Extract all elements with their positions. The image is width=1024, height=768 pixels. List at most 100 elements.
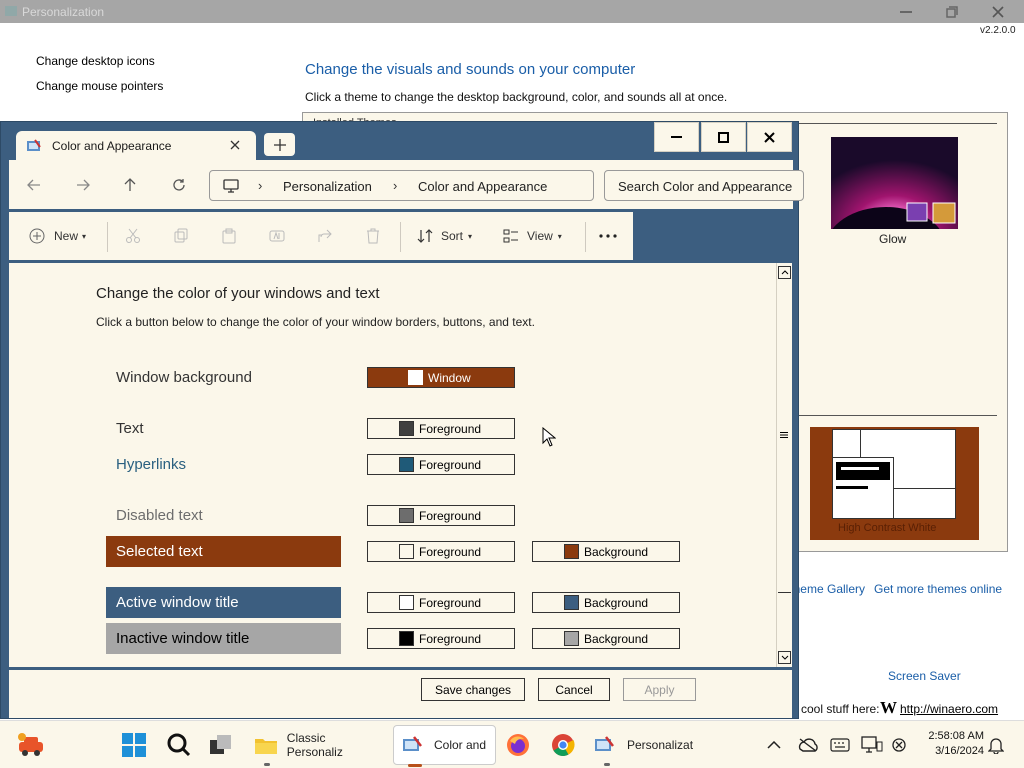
chrome-icon[interactable] (551, 727, 575, 763)
search-placeholder: Search Color and Appearance (618, 179, 793, 194)
folder-icon (255, 739, 277, 754)
rename-icon[interactable] (269, 225, 285, 247)
scroll-down-button[interactable] (778, 651, 791, 664)
hyperlinks-foreground-button[interactable]: Foreground (367, 454, 515, 475)
task-view-icon[interactable] (209, 727, 233, 763)
apply-button[interactable]: Apply (623, 678, 696, 701)
cancel-button[interactable]: Cancel (538, 678, 610, 701)
glow-theme-label: Glow (879, 232, 907, 246)
window-minimize-button[interactable] (654, 122, 699, 152)
window-close-button[interactable] (747, 122, 792, 152)
monitor-icon (223, 179, 239, 193)
back-arrow-icon[interactable] (23, 174, 45, 196)
view-button[interactable]: View ▾ (503, 225, 562, 247)
chevron-right-icon: › (393, 178, 398, 193)
keyboard-icon[interactable] (830, 727, 850, 763)
tab-close-icon[interactable] (230, 140, 240, 150)
taskbar-personalization[interactable]: Personalizat (594, 727, 704, 766)
tab-bar: Color and Appearance (1, 122, 798, 160)
firefox-icon[interactable] (506, 727, 530, 763)
control-panel-icon (4, 4, 18, 18)
scroll-up-button[interactable] (778, 266, 791, 279)
breadcrumb-color-appearance[interactable]: Color and Appearance (418, 179, 547, 194)
personalization-heading: Change the visuals and sounds on your co… (305, 61, 636, 78)
copy-icon[interactable] (173, 225, 189, 247)
personalization-subheading: Click a theme to change the desktop back… (305, 90, 728, 104)
display-icon[interactable] (861, 727, 883, 763)
tab-color-and-appearance[interactable]: Color and Appearance (16, 131, 256, 160)
forward-arrow-icon[interactable] (72, 174, 94, 196)
address-bar[interactable]: › Personalization › Color and Appearance (209, 170, 594, 201)
inactive-window-title-sample: Inactive window title (106, 623, 341, 654)
navigation-bar: › Personalization › Color and Appearance… (9, 160, 804, 209)
theme-gallery-link[interactable]: Theme Gallery (797, 582, 865, 596)
text-foreground-button[interactable]: Foreground (367, 418, 515, 439)
refresh-icon[interactable] (168, 174, 190, 196)
clock-status-icon[interactable] (891, 727, 907, 763)
chevron-right-icon: › (258, 178, 263, 193)
personalization-titlebar: Personalization (0, 0, 1024, 23)
content-title: Change the color of your windows and tex… (96, 285, 380, 302)
breadcrumb-personalization[interactable]: Personalization (283, 179, 372, 194)
windows-start-icon[interactable] (122, 727, 146, 763)
inactive-title-foreground-button[interactable]: Foreground (367, 628, 515, 649)
more-icon[interactable] (599, 225, 617, 247)
chevron-down-icon: ▾ (82, 231, 87, 241)
control-panel-icon (403, 736, 422, 751)
selected-text-sample: Selected text (106, 536, 341, 567)
window-background-button[interactable]: Window (367, 367, 515, 388)
delete-icon[interactable] (365, 225, 381, 247)
active-title-background-button[interactable]: Background (532, 592, 680, 613)
hyperlinks-label: Hyperlinks (116, 456, 187, 473)
share-icon[interactable] (317, 225, 333, 247)
plus-icon (29, 228, 45, 244)
minimize-button[interactable] (886, 2, 926, 21)
close-button[interactable] (978, 2, 1018, 21)
cool-stuff-label: cool stuff here: (801, 702, 880, 716)
network-icon[interactable] (798, 727, 818, 763)
screen-saver-link[interactable]: Screen Saver (888, 669, 961, 683)
vertical-scrollbar[interactable] (776, 263, 792, 667)
new-tab-button[interactable] (264, 133, 295, 156)
window-maximize-button[interactable] (701, 122, 746, 152)
sort-button[interactable]: Sort ▾ (417, 225, 472, 247)
system-clock[interactable]: 2:58:08 AM 3/16/2024 (918, 729, 984, 759)
restore-button[interactable] (932, 2, 972, 21)
change-mouse-pointers-link[interactable]: Change mouse pointers (36, 79, 163, 93)
text-label: Text (116, 420, 144, 437)
cut-icon[interactable] (125, 225, 141, 247)
plus-icon (273, 138, 286, 151)
get-more-themes-link[interactable]: Get more themes online (874, 582, 1002, 596)
version-label: v2.2.0.0 (980, 25, 1016, 36)
search-icon[interactable] (167, 727, 191, 763)
high-contrast-theme-label: High Contrast White (838, 522, 937, 534)
glow-theme-thumbnail[interactable] (831, 137, 958, 229)
selected-text-foreground-button[interactable]: Foreground (367, 541, 515, 562)
winaero-logo-icon: W (880, 698, 897, 717)
taskbar-classic-personalization[interactable]: Classic Personaliz (254, 727, 384, 766)
new-button[interactable]: New ▾ (29, 225, 86, 247)
disabled-text-foreground-button[interactable]: Foreground (367, 505, 515, 526)
taskbar-color-and-appearance[interactable]: Color and (393, 725, 496, 767)
notification-bell-icon[interactable] (988, 727, 1004, 763)
chevron-up-icon[interactable] (767, 727, 781, 763)
change-desktop-icons-link[interactable]: Change desktop icons (36, 54, 155, 68)
save-changes-button[interactable]: Save changes (421, 678, 525, 701)
scroll-thumb[interactable] (778, 281, 791, 593)
chevron-down-icon: ▾ (557, 231, 562, 241)
inactive-title-background-button[interactable]: Background (532, 628, 680, 649)
active-window-title-sample: Active window title (106, 587, 341, 618)
control-panel-icon (26, 138, 42, 154)
clock-time: 2:58:08 AM (928, 730, 984, 742)
paste-icon[interactable] (221, 225, 237, 247)
car-app-icon[interactable] (16, 727, 46, 763)
winaero-link[interactable]: http://winaero.com (900, 702, 998, 716)
dialog-footer: Save changes Cancel Apply (9, 670, 792, 718)
selected-text-background-button[interactable]: Background (532, 541, 680, 562)
active-title-foreground-button[interactable]: Foreground (367, 592, 515, 613)
disabled-text-label: Disabled text (116, 507, 203, 524)
search-box[interactable]: Search Color and Appearance (604, 170, 804, 201)
high-contrast-theme-thumbnail[interactable]: High Contrast White (810, 427, 979, 540)
view-icon (503, 229, 518, 243)
up-arrow-icon[interactable] (119, 174, 141, 196)
